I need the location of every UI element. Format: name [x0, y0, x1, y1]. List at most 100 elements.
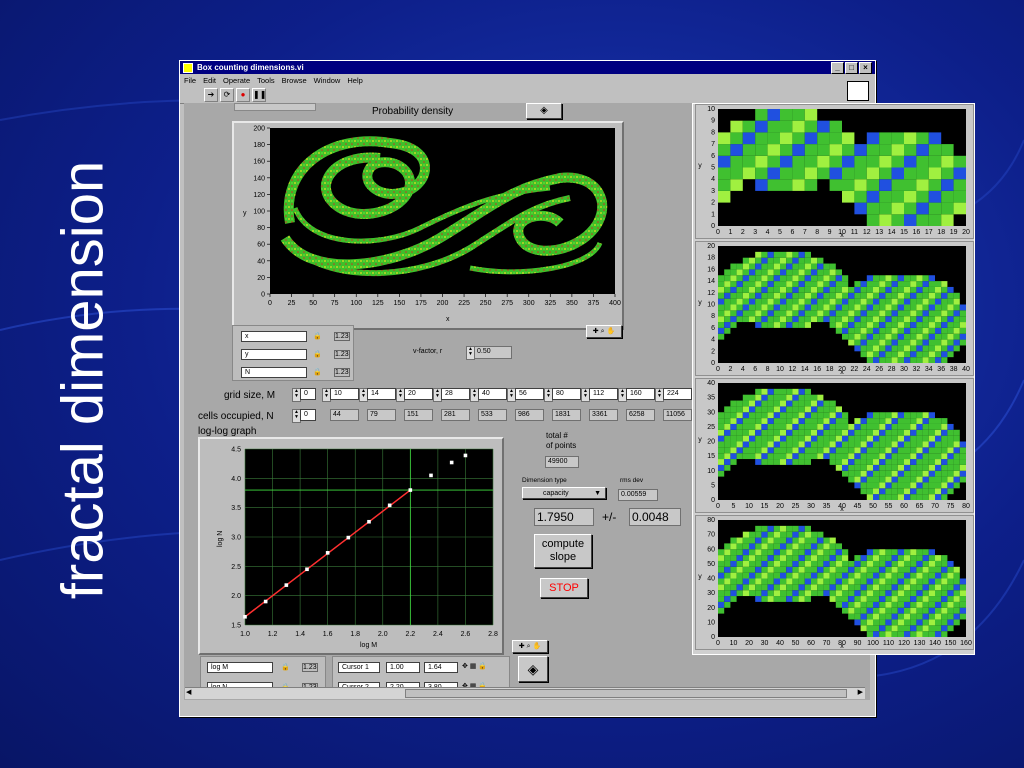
graph-palette-button[interactable]: ◈	[526, 103, 562, 119]
prob-graph-tools[interactable]: ✚ ⌕ ✋	[586, 325, 622, 338]
grid-size-value[interactable]: 56	[515, 388, 544, 400]
lock-icon[interactable]: 🔒	[313, 368, 322, 376]
horizontal-scrollbar[interactable]: ◀ ▶	[185, 687, 865, 699]
occupied-box	[941, 281, 948, 287]
occupied-box	[792, 572, 799, 579]
grid-index-field[interactable]: 0	[300, 388, 316, 400]
cursor1-y[interactable]: 1.64	[424, 662, 458, 673]
minimize-button[interactable]: _	[831, 61, 844, 74]
cells-occupied-value[interactable]: 1831	[552, 409, 581, 421]
thumb-xtick-label: 65	[916, 503, 924, 510]
occupied-box	[767, 566, 774, 573]
grid-size-value[interactable]: 160	[626, 388, 655, 400]
compute-slope-button[interactable]: compute slope	[534, 534, 592, 568]
loglog-frame: 1.5 2.0 2.5 3.0 3.5 4.0 4.5 1.0 1.2 1.4 1.6 1.8 2.0…	[198, 437, 504, 655]
format-button[interactable]: 1.23	[334, 368, 350, 377]
occupied-box	[817, 549, 824, 556]
occupied-box	[904, 190, 917, 203]
occupied-box	[885, 625, 892, 632]
thumb-xtick-label: 0	[716, 503, 720, 510]
cells-index-field[interactable]: 0	[300, 409, 316, 421]
occupied-box	[792, 578, 799, 585]
occupied-box	[879, 607, 886, 614]
legend-n-field[interactable]: N	[241, 367, 307, 378]
format-button[interactable]: 1.23	[334, 350, 350, 359]
loglog-graph-tools[interactable]: ✚ ⌕ ✋	[512, 640, 548, 653]
occupied-box	[873, 322, 880, 328]
menu-help[interactable]: Help	[347, 76, 362, 85]
scroll-thumb[interactable]	[405, 689, 847, 698]
data-point	[463, 453, 468, 458]
cells-occupied-value[interactable]: 6258	[626, 409, 655, 421]
format-button[interactable]: 1.23	[334, 332, 350, 341]
thumb-ytick-label: 0	[711, 634, 715, 641]
lock-icon[interactable]: 🔒	[281, 663, 290, 671]
stop-button[interactable]: STOP	[540, 578, 588, 598]
lock-icon[interactable]: 🔒	[313, 332, 322, 340]
dimtype-select[interactable]: capacity ▼	[522, 487, 606, 499]
occupied-box	[724, 590, 731, 597]
grid-size-value[interactable]: 40	[478, 388, 507, 400]
legend-y-field[interactable]: y	[241, 349, 307, 360]
maximize-button[interactable]: □	[845, 61, 858, 74]
grid-size-value[interactable]: 112	[589, 388, 618, 400]
cells-occupied-value[interactable]: 151	[404, 409, 433, 421]
occupied-box	[941, 625, 948, 632]
cells-occupied-value[interactable]: 533	[478, 409, 507, 421]
occupied-box	[736, 418, 743, 424]
loglog-palette-button[interactable]: ◈	[518, 656, 548, 682]
cells-occupied-value[interactable]: 986	[515, 409, 544, 421]
menu-window[interactable]: Window	[314, 76, 341, 85]
cursor-move-icon[interactable]: ✥ ▦ 🔒	[462, 662, 487, 670]
occupied-box	[755, 566, 762, 573]
occupied-box	[910, 464, 917, 471]
format-button[interactable]: 1.23	[302, 663, 318, 672]
legend-logm-field[interactable]: log M	[207, 662, 273, 673]
cells-occupied-value[interactable]: 79	[367, 409, 396, 421]
grid-size-value[interactable]: 80	[552, 388, 581, 400]
lock-icon[interactable]: 🔒	[313, 350, 322, 358]
occupied-box	[780, 263, 787, 270]
menu-tools[interactable]: Tools	[257, 76, 275, 85]
occupied-box	[879, 429, 886, 436]
menu-operate[interactable]: Operate	[223, 76, 250, 85]
occupied-box	[953, 202, 966, 215]
run-arrow-icon[interactable]: ➔	[204, 87, 218, 102]
occupied-box	[953, 578, 960, 585]
pause-icon[interactable]: ❚❚	[252, 87, 266, 102]
occupied-box	[804, 543, 811, 550]
cells-occupied-value[interactable]: 3361	[589, 409, 618, 421]
occupied-box	[755, 322, 762, 328]
grid-size-value[interactable]: 14	[367, 388, 396, 400]
scroll-left-icon[interactable]: ◀	[186, 688, 191, 696]
cells-occupied-value[interactable]: 281	[441, 409, 470, 421]
grid-size-value[interactable]: 28	[441, 388, 470, 400]
occupied-box	[780, 566, 787, 573]
legend-x-field[interactable]: x	[241, 331, 307, 342]
occupied-box	[922, 423, 929, 430]
abort-icon[interactable]: ●	[236, 87, 250, 102]
grid-size-value[interactable]: 224	[663, 388, 692, 400]
grid-size-value[interactable]: 20	[404, 388, 433, 400]
occupied-box	[935, 572, 942, 579]
occupied-box	[742, 435, 749, 442]
scroll-right-icon[interactable]: ▶	[858, 688, 863, 696]
plus-minus-label: +/-	[602, 510, 617, 524]
occupied-box	[786, 549, 793, 556]
occupied-box	[829, 281, 836, 287]
menu-browse[interactable]: Browse	[282, 76, 307, 85]
vfactor-field[interactable]: 0.50	[474, 346, 512, 359]
menu-file[interactable]: File	[184, 76, 196, 85]
run-continuous-icon[interactable]: ⟳	[220, 87, 234, 102]
cells-occupied-value[interactable]: 44	[330, 409, 359, 421]
menu-edit[interactable]: Edit	[203, 76, 216, 85]
cursor1-x[interactable]: 1.00	[386, 662, 420, 673]
occupied-box	[947, 566, 954, 573]
cells-occupied-value[interactable]: 11056	[663, 409, 692, 421]
occupied-box	[749, 298, 756, 305]
occupied-box	[916, 155, 929, 168]
cursor1-name[interactable]: Cursor 1	[338, 662, 380, 673]
close-button[interactable]: ×	[859, 61, 872, 74]
grid-size-value[interactable]: 10	[330, 388, 359, 400]
occupied-box	[860, 555, 867, 561]
